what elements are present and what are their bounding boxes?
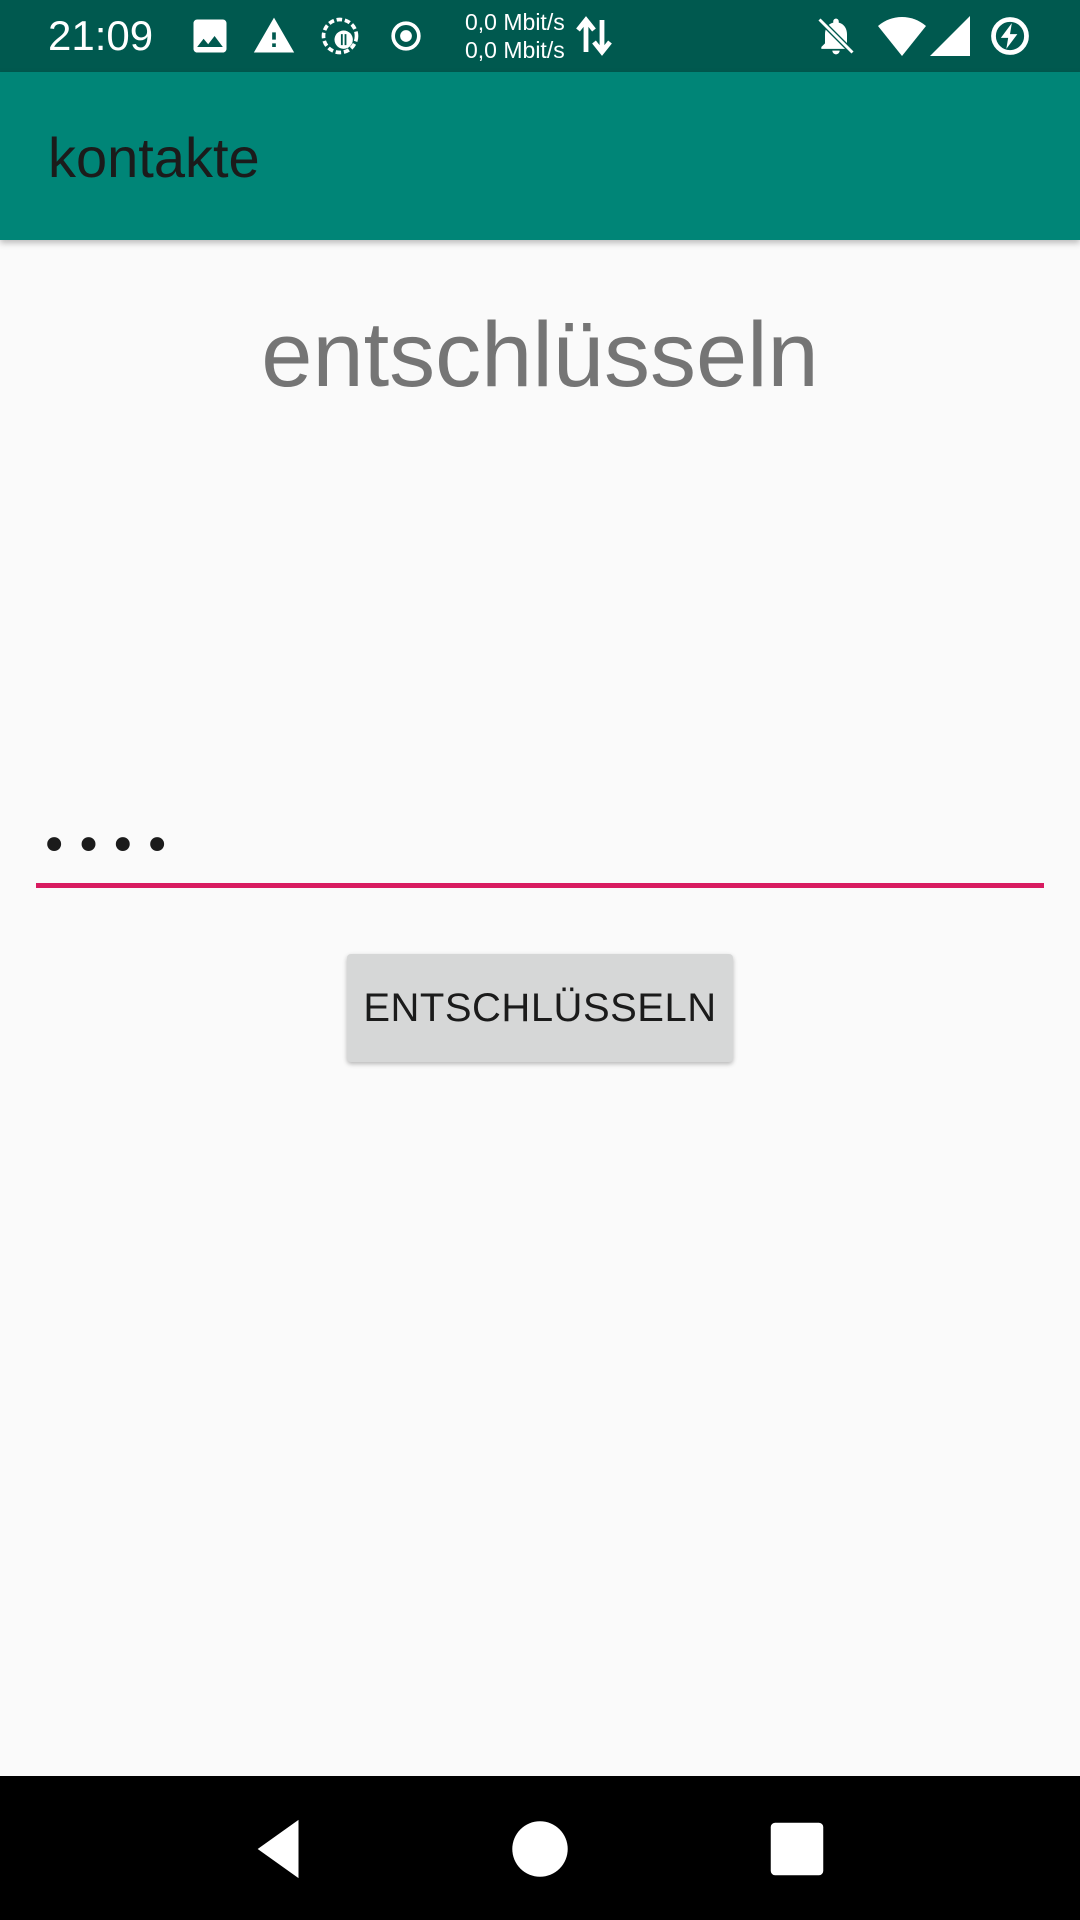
page-heading: entschlüsseln (261, 304, 819, 406)
image-icon (188, 14, 232, 58)
data-saver-icon (318, 14, 362, 58)
screen: 21:09 0,0 Mbit/s 0,0 Mbit/s kontakte ent… (0, 0, 1080, 1920)
app-bar: kontakte (0, 72, 1080, 240)
signal-icon (930, 14, 974, 58)
status-bar: 21:09 0,0 Mbit/s 0,0 Mbit/s (0, 0, 1080, 72)
warning-icon (252, 14, 296, 58)
app-title: kontakte (48, 126, 260, 189)
network-speed-down: 0,0 Mbit/s (465, 37, 565, 63)
status-time: 21:09 (48, 12, 154, 59)
recents-icon[interactable] (762, 1814, 832, 1884)
wifi-icon (878, 14, 926, 58)
home-icon[interactable] (505, 1814, 575, 1884)
network-speed-up: 0,0 Mbit/s (465, 9, 565, 35)
decrypt-button[interactable]: ENTSCHLÜSSELN (347, 954, 733, 1062)
notifications-off-icon (814, 14, 858, 58)
navigation-bar (0, 1776, 1080, 1920)
data-transfer-icon (574, 12, 618, 56)
radio-button-icon (384, 14, 428, 58)
battery-charging-icon (988, 14, 1032, 58)
password-field[interactable] (36, 808, 1044, 888)
network-speed: 0,0 Mbit/s 0,0 Mbit/s (465, 8, 565, 64)
back-icon[interactable] (246, 1814, 316, 1884)
